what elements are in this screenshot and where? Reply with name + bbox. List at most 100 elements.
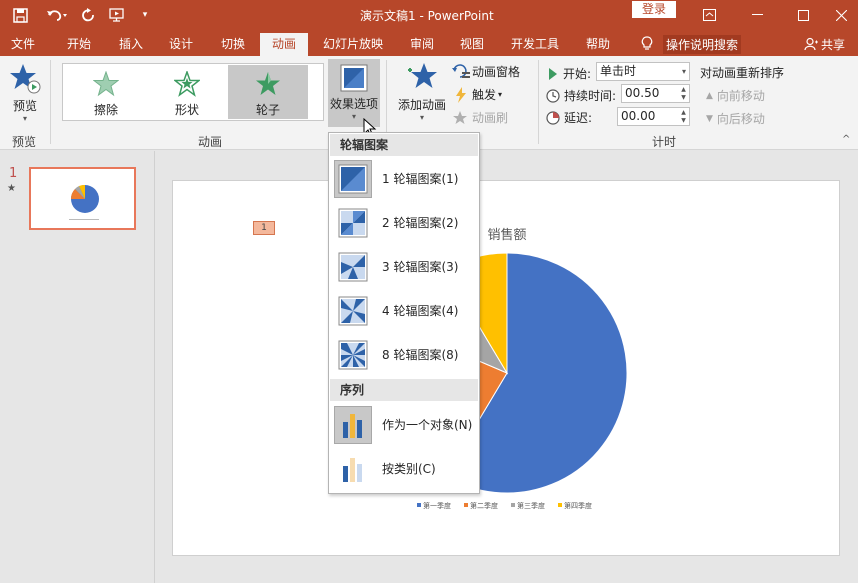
shape-star-icon [172, 69, 202, 97]
start-row: 开始: [548, 65, 591, 82]
spokes-2-option[interactable]: 2 轮辐图案(2) [330, 202, 478, 242]
duration-label: 持续时间: [564, 89, 617, 103]
animation-pane-button[interactable]: 动画窗格 [452, 63, 520, 80]
add-animation-button[interactable]: 添加动画 ▾ [396, 61, 448, 122]
preview-label: 预览 [12, 99, 37, 113]
by-category-option[interactable]: 按类别(C) [330, 448, 478, 488]
spokes-4-option[interactable]: 4 轮辐图案(4) [330, 290, 478, 330]
effect-options-button[interactable]: 效果选项 ▾ [328, 59, 380, 127]
animation-painter-button[interactable]: 动画刷 [452, 109, 508, 126]
delay-row: 延迟: [546, 109, 592, 126]
move-earlier-button[interactable]: ▲ 向前移动 [706, 87, 765, 104]
tab-animations[interactable]: 动画 [260, 33, 308, 56]
legend-swatch-2 [464, 503, 468, 507]
tab-help[interactable]: 帮助 [576, 33, 620, 56]
spokes-8-option[interactable]: 8 轮辐图案(8) [330, 334, 478, 374]
by-category-label: 按类别(C) [382, 462, 436, 476]
start-label: 开始: [563, 67, 592, 81]
as-one-object-option[interactable]: 作为一个对象(N) [330, 404, 478, 444]
redo-icon[interactable] [78, 0, 98, 30]
delay-clock-icon [546, 110, 560, 125]
save-icon[interactable] [8, 0, 32, 30]
maximize-icon[interactable] [780, 0, 826, 30]
close-icon[interactable] [824, 0, 858, 30]
animation-order-tag[interactable]: 1 [253, 221, 275, 235]
spokes-1-label: 1 轮辐图案(1) [382, 172, 459, 186]
ribbon-display-options-icon[interactable] [686, 0, 732, 30]
timing-group-label: 计时 [651, 135, 676, 149]
reorder-heading: 对动画重新排序 [700, 64, 784, 81]
spokes-8-icon [334, 336, 372, 374]
legend-swatch-4 [558, 503, 562, 507]
tab-review[interactable]: 审阅 [400, 33, 444, 56]
trigger-label: 触发 [472, 88, 497, 102]
sequence-section-header: 序列 [330, 379, 478, 401]
vertical-scrollbar[interactable] [846, 151, 858, 583]
wheel-star-icon [256, 72, 280, 95]
title-bar: ▾ 演示文稿1 - PowerPoint 登录 [0, 0, 858, 30]
delay-value: 00.00 [621, 109, 656, 123]
preview-button[interactable]: 预览 ▾ [6, 62, 44, 123]
legend-swatch-1 [417, 503, 421, 507]
spokes-2-icon [334, 204, 372, 242]
animation-wheel[interactable]: 轮子 [228, 65, 308, 119]
animation-wipe[interactable]: 擦除 [66, 65, 146, 119]
legend-swatch-3 [511, 503, 515, 507]
start-select[interactable]: 单击时 ▾ [596, 62, 690, 81]
tab-slide-show[interactable]: 幻灯片放映 [318, 33, 388, 56]
tab-design[interactable]: 设计 [158, 33, 204, 56]
animation-pane-label: 动画窗格 [472, 65, 521, 79]
tab-view[interactable]: 视图 [450, 33, 494, 56]
person-icon [804, 37, 818, 51]
legend-label-3: 第三季度 [517, 501, 545, 510]
add-animation-icon [408, 63, 437, 88]
duration-spinner-icon[interactable]: ▲ ▼ [679, 86, 688, 102]
tab-home[interactable]: 开始 [56, 33, 102, 56]
undo-icon[interactable] [42, 0, 72, 30]
share-button[interactable]: 共享 [804, 33, 845, 55]
slide-thumbnail[interactable] [29, 167, 136, 230]
move-later-button[interactable]: ▼ 向后移动 [706, 110, 765, 127]
duration-value: 00.50 [625, 86, 660, 100]
animation-pane-icon [452, 63, 470, 78]
spokes-3-icon [334, 248, 372, 286]
add-animation-dropdown-icon: ▾ [419, 113, 424, 122]
animation-gallery: 擦除 形状 轮子 [62, 63, 324, 121]
tell-me-search[interactable]: 操作说明搜索 [641, 33, 742, 55]
login-button[interactable]: 登录 [632, 1, 676, 18]
lightning-icon [456, 86, 466, 103]
tab-developer[interactable]: 开发工具 [504, 33, 566, 56]
duration-input[interactable]: 00.50 ▲ ▼ [621, 84, 690, 103]
tab-file[interactable]: 文件 [0, 33, 46, 56]
gallery-scroll[interactable] [312, 63, 324, 121]
group-separator [50, 60, 51, 144]
delay-spinner-icon[interactable]: ▲ ▼ [679, 109, 688, 125]
tab-transitions[interactable]: 切换 [210, 33, 256, 56]
thumbnail-pie [69, 184, 99, 220]
lightbulb-icon [641, 36, 653, 50]
customize-toolbar-icon[interactable]: ▾ [138, 0, 152, 30]
start-value: 单击时 [600, 64, 637, 78]
spokes-1-option[interactable]: 1 轮辐图案(1) [330, 158, 478, 198]
share-label: 共享 [821, 37, 846, 52]
add-animation-label: 添加动画 [397, 98, 446, 112]
trigger-button[interactable]: 触发 ▾ [454, 86, 502, 103]
collapse-ribbon-icon[interactable]: ^ [842, 134, 850, 145]
by-category-icon [334, 450, 372, 488]
slide-canvas[interactable]: 销售额 第一季度 第二季度 第三季度 第四季度 [172, 180, 840, 556]
animation-shape[interactable]: 形状 [147, 65, 227, 119]
tab-insert[interactable]: 插入 [108, 33, 154, 56]
move-earlier-label: 向前移动 [716, 89, 765, 103]
start-from-beginning-icon[interactable] [106, 0, 128, 30]
document-title: 演示文稿1 - PowerPoint [360, 9, 494, 23]
legend-label-1: 第一季度 [423, 501, 451, 510]
delay-input[interactable]: 00.00 ▲ ▼ [617, 107, 690, 126]
minimize-icon[interactable] [734, 0, 780, 30]
move-later-label: 向后移动 [716, 112, 765, 126]
spokes-3-option[interactable]: 3 轮辐图案(3) [330, 246, 478, 286]
legend-label-2: 第二季度 [470, 501, 498, 510]
duration-row: 持续时间: [546, 87, 616, 104]
pie-chart[interactable]: 销售额第一季度 第二季度 第三季度 第四季度 [173, 181, 839, 555]
preview-dropdown-icon[interactable]: ▾ [6, 114, 44, 123]
spokes-1-icon [334, 160, 372, 198]
